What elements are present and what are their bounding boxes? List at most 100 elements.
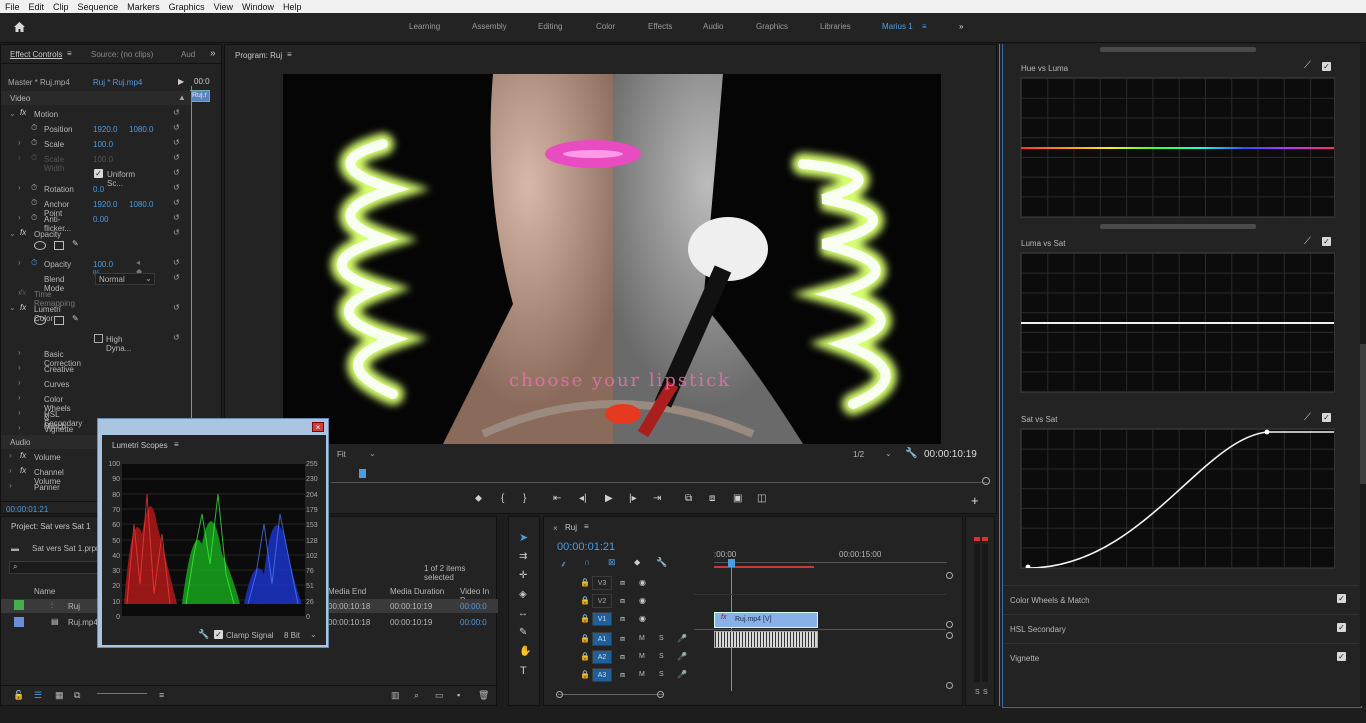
list-view-icon[interactable]: ☰ bbox=[34, 690, 42, 701]
position-x[interactable]: 1920.0 bbox=[93, 125, 117, 134]
go-to-in-icon[interactable]: ⇤ bbox=[553, 493, 561, 504]
luma-vs-sat-graph[interactable] bbox=[1020, 252, 1335, 393]
scrollbar[interactable] bbox=[1100, 47, 1256, 52]
reset-icon[interactable]: ↺ bbox=[173, 108, 180, 117]
row-name[interactable]: Ruj bbox=[68, 602, 80, 611]
anchor-y[interactable]: 1080.0 bbox=[129, 200, 153, 209]
pen-icon[interactable]: ✎ bbox=[72, 239, 79, 248]
program-title[interactable]: Program: Ruj bbox=[235, 51, 282, 60]
reset-icon[interactable]: ↺ bbox=[173, 183, 180, 192]
eyedropper-icon[interactable]: ⟋ bbox=[1304, 236, 1311, 247]
anchor-x[interactable]: 1920.0 bbox=[93, 200, 117, 209]
lock-icon[interactable]: 🔒 bbox=[580, 634, 590, 643]
more-workspaces-icon[interactable]: » bbox=[959, 22, 963, 31]
scroll-handle[interactable] bbox=[946, 632, 953, 639]
uniform-scale-checkbox[interactable]: ✓ bbox=[94, 169, 103, 178]
wrench-icon[interactable]: 🔧 bbox=[198, 629, 209, 640]
close-icon[interactable]: × bbox=[553, 524, 558, 533]
playhead[interactable] bbox=[728, 559, 735, 567]
scopes-title[interactable]: Lumetri Scopes bbox=[112, 441, 168, 450]
menu-view[interactable]: View bbox=[214, 2, 233, 12]
stopwatch-icon[interactable]: ⏱ bbox=[31, 183, 37, 193]
mute-button[interactable]: M bbox=[639, 653, 645, 660]
mark-in-icon[interactable]: { bbox=[501, 493, 504, 504]
stopwatch-icon[interactable]: ⏱ bbox=[31, 213, 37, 223]
lumetri-scopes-window[interactable]: × Lumetri Scopes ≡ 100 90 80 70 60 50 40 30 20 10… bbox=[97, 418, 329, 648]
workspace-editing[interactable]: Editing bbox=[538, 22, 562, 31]
col-media-duration[interactable]: Media Duration bbox=[390, 587, 444, 596]
solo-button[interactable]: S bbox=[659, 635, 664, 642]
bit-select[interactable]: 8 Bit bbox=[284, 631, 300, 640]
lock-icon[interactable]: 🔒 bbox=[580, 670, 590, 679]
panel-menu-icon[interactable]: ≡ bbox=[287, 50, 292, 59]
reset-icon[interactable]: ↺ bbox=[173, 333, 180, 342]
name-column[interactable]: Name bbox=[34, 587, 55, 596]
zoom-handle[interactable] bbox=[556, 691, 563, 698]
tab-menu-icon[interactable]: ≡ bbox=[67, 49, 72, 58]
menu-window[interactable]: Window bbox=[242, 2, 274, 12]
workspace-color[interactable]: Color bbox=[596, 22, 615, 31]
track-select-icon[interactable]: ⇉ bbox=[519, 551, 527, 562]
workspace-graphics[interactable]: Graphics bbox=[756, 22, 788, 31]
stopwatch-icon[interactable]: ⏱ bbox=[31, 123, 37, 133]
camera-icon[interactable]: ▣ bbox=[733, 493, 742, 504]
freeform-view-icon[interactable]: ⧉ bbox=[74, 690, 80, 701]
solo-left[interactable]: S bbox=[975, 689, 980, 696]
reset-icon[interactable]: ↺ bbox=[173, 258, 180, 267]
step-forward-icon[interactable]: |▸ bbox=[629, 493, 637, 504]
menu-help[interactable]: Help bbox=[283, 2, 302, 12]
pen-icon[interactable]: ✎ bbox=[72, 314, 79, 323]
pen-icon[interactable]: ✎ bbox=[519, 627, 527, 638]
enable-checkbox[interactable]: ✓ bbox=[1337, 594, 1346, 603]
workspace-audio[interactable]: Audio bbox=[703, 22, 723, 31]
eyedropper-icon[interactable]: ⟋ bbox=[1304, 60, 1311, 71]
solo-right[interactable]: S bbox=[983, 689, 988, 696]
type-icon[interactable]: T bbox=[520, 665, 527, 677]
play-icon[interactable]: ▶ bbox=[178, 77, 184, 86]
hsl-secondary-section[interactable]: HSL Secondary bbox=[1010, 625, 1066, 634]
zoom-handle[interactable] bbox=[657, 691, 664, 698]
rotation-value[interactable]: 0.0 bbox=[93, 185, 104, 194]
sequence-tab[interactable]: Ruj bbox=[565, 523, 577, 532]
scrollbar[interactable] bbox=[1100, 224, 1256, 229]
resolution-select[interactable]: 1/2 bbox=[853, 450, 864, 459]
video-frame[interactable]: choose your lipstick bbox=[283, 74, 941, 444]
sat-vs-sat-graph[interactable] bbox=[1020, 428, 1335, 569]
lock-icon[interactable]: 🔒 bbox=[580, 578, 590, 587]
home-icon[interactable] bbox=[13, 21, 26, 33]
reset-icon[interactable]: ↺ bbox=[173, 303, 180, 312]
curves[interactable]: Curves bbox=[44, 380, 69, 389]
high-dynamic-checkbox[interactable] bbox=[94, 334, 103, 343]
reset-icon[interactable]: ↺ bbox=[173, 228, 180, 237]
lock-icon[interactable]: 🔒 bbox=[580, 614, 590, 623]
stopwatch-icon[interactable]: ⏱ bbox=[31, 138, 37, 148]
mic-icon[interactable]: 🎤 bbox=[677, 670, 687, 679]
workspace-marius[interactable]: Marius 1 bbox=[882, 22, 913, 31]
mic-icon[interactable]: 🎤 bbox=[677, 652, 687, 661]
overwrite-icon[interactable]: ⧈ bbox=[709, 493, 715, 504]
creative[interactable]: Creative bbox=[44, 365, 74, 374]
scroll-handle[interactable] bbox=[946, 682, 953, 689]
mark-out-icon[interactable]: } bbox=[523, 493, 526, 504]
mute-button[interactable]: M bbox=[639, 671, 645, 678]
program-timecode[interactable]: 00:00:10:19 bbox=[924, 449, 977, 460]
track-label-a2[interactable]: A2 bbox=[592, 650, 612, 664]
enable-checkbox[interactable]: ✓ bbox=[1337, 623, 1346, 632]
nest-icon[interactable]: ⸙ bbox=[560, 557, 567, 570]
scroll-up-icon[interactable]: ▲ bbox=[178, 93, 186, 102]
find-icon[interactable]: ⌕ bbox=[414, 690, 419, 701]
vignette-section[interactable]: Vignette bbox=[1010, 654, 1039, 663]
position-y[interactable]: 1080.0 bbox=[129, 125, 153, 134]
master-clip-label[interactable]: Master * Ruj.mp4 bbox=[8, 78, 70, 87]
reset-icon[interactable]: ↺ bbox=[173, 198, 180, 207]
marker-icon[interactable]: ⬥ bbox=[634, 557, 640, 568]
scroll-handle[interactable] bbox=[946, 621, 953, 628]
zoom-handle[interactable] bbox=[982, 477, 990, 485]
panel-menu-icon[interactable]: ≡ bbox=[174, 440, 179, 449]
menu-graphics[interactable]: Graphics bbox=[169, 2, 205, 12]
slip-icon[interactable]: ↔ bbox=[518, 608, 528, 619]
col-media-end[interactable]: Media End bbox=[328, 587, 366, 596]
track-label-v1[interactable]: V1 bbox=[592, 612, 612, 626]
reset-icon[interactable]: ↺ bbox=[173, 273, 180, 282]
new-item-icon[interactable]: ▪ bbox=[457, 690, 460, 700]
